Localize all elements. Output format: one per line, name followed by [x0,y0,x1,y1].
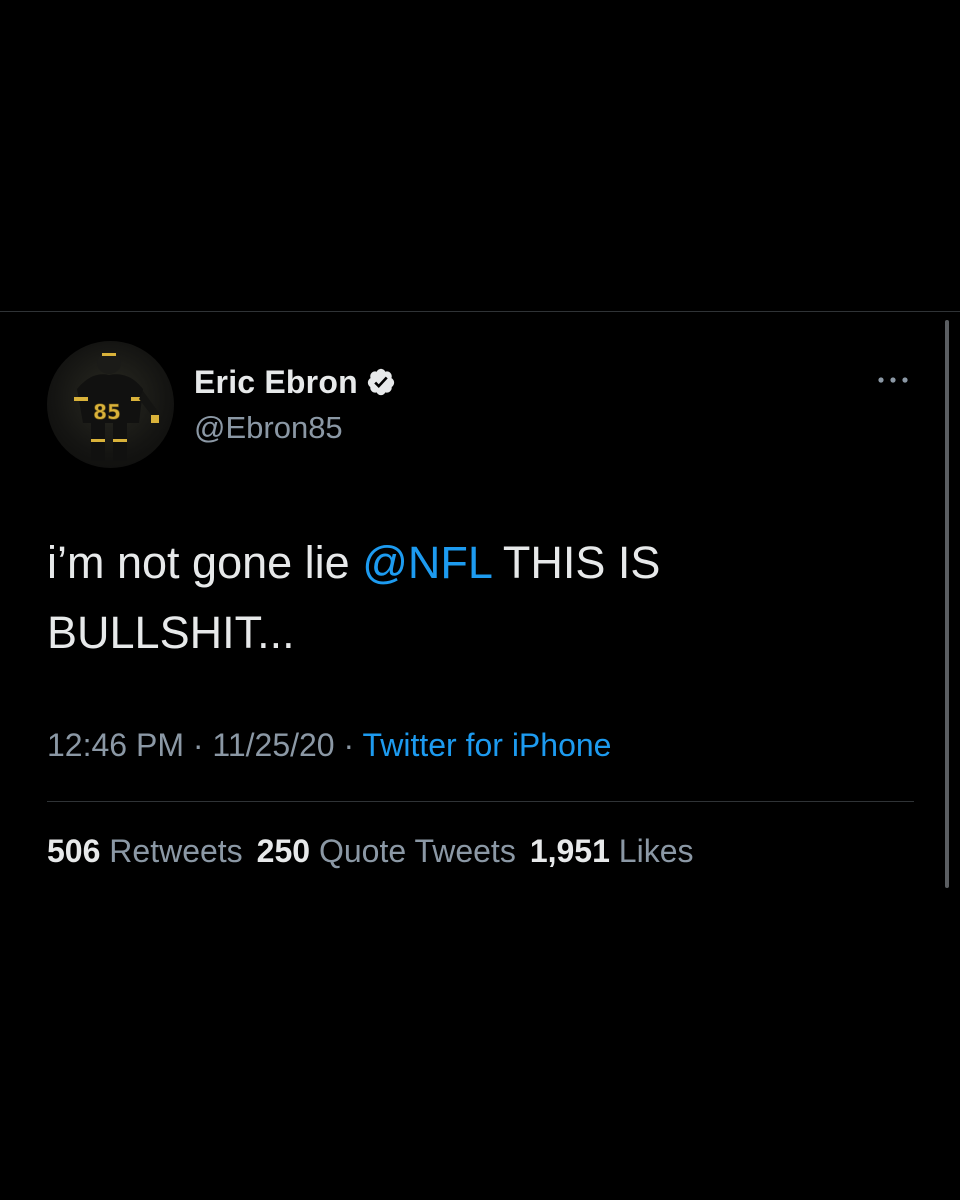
quote-tweets-label: Quote Tweets [310,833,516,869]
likes-stat[interactable]: 1,951 Likes [530,833,694,869]
svg-text:85: 85 [93,400,121,424]
likes-count: 1,951 [529,833,610,869]
quote-tweets-count: 250 [256,833,311,869]
retweets-count: 506 [47,833,101,869]
meta-separator: · [183,727,213,763]
avatar[interactable]: 85 [47,341,174,468]
likes-label: Likes [609,833,694,869]
player-photo-icon: 85 [74,352,159,461]
quote-tweets-stat[interactable]: 250 Quote Tweets [257,833,516,869]
author-display-name[interactable]: Eric Ebron [194,364,358,401]
retweets-stat[interactable]: 506 Retweets [47,833,243,869]
tweet-stats: 506 Retweets 250 Quote Tweets 1,951 Likes [47,833,707,870]
top-divider [0,311,960,312]
meta-separator: · [334,727,363,763]
tweet-meta: 12:46 PM · 11/25/20 · Twitter for iPhone [47,727,611,764]
tweet-text-before: i’m not gone lie [47,537,363,588]
tweet-time[interactable]: 12:46 PM [47,727,184,763]
tweet-text: i’m not gone lie @NFL THIS IS BULLSHIT..… [47,528,907,668]
tweet-source-link[interactable]: Twitter for iPhone [362,727,611,763]
more-options-icon[interactable] [875,366,911,394]
retweets-label: Retweets [100,833,243,869]
mention-link[interactable]: @NFL [362,537,491,588]
scrollbar[interactable] [945,320,949,888]
author-name-row[interactable]: Eric Ebron [194,362,396,402]
verified-badge-icon [367,368,394,396]
stats-divider [47,801,914,802]
author-handle[interactable]: @Ebron85 [194,410,343,446]
tweet-date[interactable]: 11/25/20 [212,727,334,763]
